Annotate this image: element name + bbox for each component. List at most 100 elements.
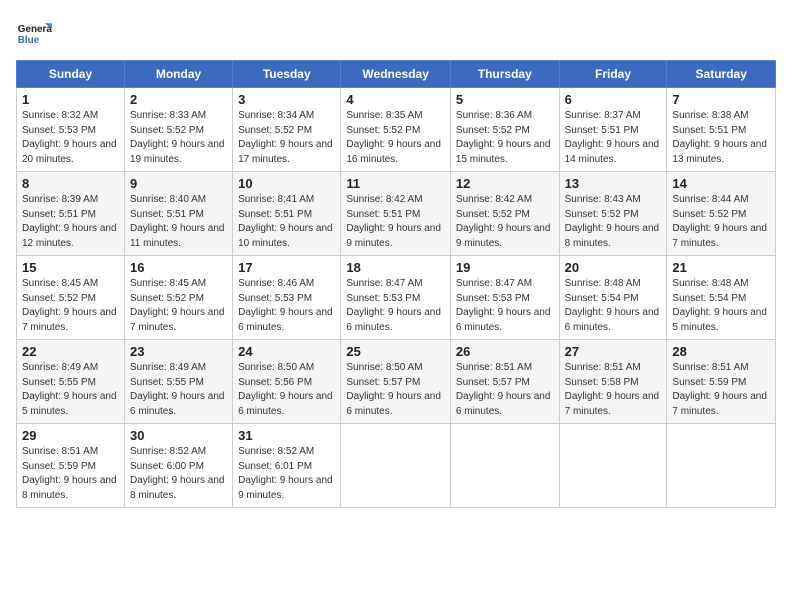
day-info: Sunrise: 8:42 AMSunset: 5:52 PMDaylight:… <box>456 193 554 251</box>
day-info: Sunrise: 8:36 AMSunset: 5:52 PMDaylight:… <box>456 109 554 167</box>
day-info: Sunrise: 8:48 AMSunset: 5:54 PMDaylight:… <box>565 277 662 335</box>
calendar-day-29: 29Sunrise: 8:51 AMSunset: 5:59 PMDayligh… <box>17 424 125 508</box>
empty-cell <box>559 424 667 508</box>
calendar-day-7: 7 Sunrise: 8:38 AMSunset: 5:51 PMDaylight… <box>667 88 776 172</box>
day-info: Sunrise: 8:51 AMSunset: 5:57 PMDaylight:… <box>456 361 554 419</box>
day-number: 19 <box>456 260 554 275</box>
day-number: 5 <box>456 92 554 107</box>
calendar-table: SundayMondayTuesdayWednesdayThursdayFrid… <box>16 60 776 508</box>
day-number: 13 <box>565 176 662 191</box>
day-number: 20 <box>565 260 662 275</box>
day-info: Sunrise: 8:38 AMSunset: 5:51 PMDaylight:… <box>672 109 770 167</box>
day-info: Sunrise: 8:34 AMSunset: 5:52 PMDaylight:… <box>238 109 335 167</box>
day-number: 8 <box>22 176 119 191</box>
calendar-day-1: 1Sunrise: 8:32 AMSunset: 5:53 PMDaylight… <box>17 88 125 172</box>
weekday-header-sunday: Sunday <box>17 61 125 88</box>
day-number: 6 <box>565 92 662 107</box>
calendar-day-11: 11Sunrise: 8:42 AMSunset: 5:51 PMDayligh… <box>341 172 451 256</box>
calendar-day-3: 3 Sunrise: 8:34 AMSunset: 5:52 PMDaylight… <box>233 88 341 172</box>
calendar-day-5: 5 Sunrise: 8:36 AMSunset: 5:52 PMDaylight… <box>450 88 559 172</box>
calendar-day-14: 14 Sunrise: 8:44 AMSunset: 5:52 PMDayligh… <box>667 172 776 256</box>
weekday-header-monday: Monday <box>124 61 232 88</box>
day-number: 26 <box>456 344 554 359</box>
day-number: 14 <box>672 176 770 191</box>
calendar-day-15: 15 Sunrise: 8:45 AMSunset: 5:52 PMDayligh… <box>17 256 125 340</box>
day-info: Sunrise: 8:40 AMSunset: 5:51 PMDaylight:… <box>130 193 227 251</box>
calendar-day-25: 25 Sunrise: 8:50 AMSunset: 5:57 PMDayligh… <box>341 340 451 424</box>
calendar-day-23: 23 Sunrise: 8:49 AMSunset: 5:55 PMDayligh… <box>124 340 232 424</box>
day-number: 31 <box>238 428 335 443</box>
weekday-header-thursday: Thursday <box>450 61 559 88</box>
calendar-week-3: 15 Sunrise: 8:45 AMSunset: 5:52 PMDayligh… <box>17 256 776 340</box>
day-number: 21 <box>672 260 770 275</box>
day-info: Sunrise: 8:51 AMSunset: 5:59 PMDaylight:… <box>22 445 119 503</box>
calendar-day-2: 2Sunrise: 8:33 AMSunset: 5:52 PMDaylight… <box>124 88 232 172</box>
day-info: Sunrise: 8:42 AMSunset: 5:51 PMDaylight:… <box>346 193 445 251</box>
day-info: Sunrise: 8:35 AMSunset: 5:52 PMDaylight:… <box>346 109 445 167</box>
calendar-week-5: 29Sunrise: 8:51 AMSunset: 5:59 PMDayligh… <box>17 424 776 508</box>
calendar-day-28: 28 Sunrise: 8:51 AMSunset: 5:59 PMDayligh… <box>667 340 776 424</box>
calendar-day-16: 16Sunrise: 8:45 AMSunset: 5:52 PMDayligh… <box>124 256 232 340</box>
day-number: 4 <box>346 92 445 107</box>
weekday-header-friday: Friday <box>559 61 667 88</box>
day-info: Sunrise: 8:41 AMSunset: 5:51 PMDaylight:… <box>238 193 335 251</box>
day-number: 27 <box>565 344 662 359</box>
day-info: Sunrise: 8:33 AMSunset: 5:52 PMDaylight:… <box>130 109 227 167</box>
day-number: 18 <box>346 260 445 275</box>
day-number: 7 <box>672 92 770 107</box>
day-number: 15 <box>22 260 119 275</box>
svg-text:Blue: Blue <box>18 35 40 46</box>
day-info: Sunrise: 8:32 AMSunset: 5:53 PMDaylight:… <box>22 109 119 167</box>
day-number: 24 <box>238 344 335 359</box>
logo: General Blue <box>16 16 52 52</box>
weekday-header-tuesday: Tuesday <box>233 61 341 88</box>
weekday-header-saturday: Saturday <box>667 61 776 88</box>
calendar-header: SundayMondayTuesdayWednesdayThursdayFrid… <box>17 61 776 88</box>
day-info: Sunrise: 8:43 AMSunset: 5:52 PMDaylight:… <box>565 193 662 251</box>
calendar-day-4: 4 Sunrise: 8:35 AMSunset: 5:52 PMDaylight… <box>341 88 451 172</box>
calendar-day-12: 12 Sunrise: 8:42 AMSunset: 5:52 PMDayligh… <box>450 172 559 256</box>
calendar-day-20: 20 Sunrise: 8:48 AMSunset: 5:54 PMDayligh… <box>559 256 667 340</box>
calendar-day-21: 21 Sunrise: 8:48 AMSunset: 5:54 PMDayligh… <box>667 256 776 340</box>
day-info: Sunrise: 8:52 AMSunset: 6:01 PMDaylight:… <box>238 445 335 503</box>
day-info: Sunrise: 8:51 AMSunset: 5:58 PMDaylight:… <box>565 361 662 419</box>
day-info: Sunrise: 8:47 AMSunset: 5:53 PMDaylight:… <box>346 277 445 335</box>
day-number: 3 <box>238 92 335 107</box>
calendar-week-1: 1Sunrise: 8:32 AMSunset: 5:53 PMDaylight… <box>17 88 776 172</box>
day-info: Sunrise: 8:39 AMSunset: 5:51 PMDaylight:… <box>22 193 119 251</box>
day-number: 23 <box>130 344 227 359</box>
calendar-day-8: 8 Sunrise: 8:39 AMSunset: 5:51 PMDaylight… <box>17 172 125 256</box>
day-number: 9 <box>130 176 227 191</box>
calendar-day-18: 18 Sunrise: 8:47 AMSunset: 5:53 PMDayligh… <box>341 256 451 340</box>
day-number: 17 <box>238 260 335 275</box>
calendar-day-22: 22 Sunrise: 8:49 AMSunset: 5:55 PMDayligh… <box>17 340 125 424</box>
calendar-day-30: 30Sunrise: 8:52 AMSunset: 6:00 PMDayligh… <box>124 424 232 508</box>
day-info: Sunrise: 8:48 AMSunset: 5:54 PMDaylight:… <box>672 277 770 335</box>
day-number: 22 <box>22 344 119 359</box>
day-number: 25 <box>346 344 445 359</box>
day-info: Sunrise: 8:49 AMSunset: 5:55 PMDaylight:… <box>22 361 119 419</box>
day-number: 12 <box>456 176 554 191</box>
day-number: 28 <box>672 344 770 359</box>
day-info: Sunrise: 8:44 AMSunset: 5:52 PMDaylight:… <box>672 193 770 251</box>
empty-cell <box>450 424 559 508</box>
calendar-day-19: 19Sunrise: 8:47 AMSunset: 5:53 PMDayligh… <box>450 256 559 340</box>
day-info: Sunrise: 8:45 AMSunset: 5:52 PMDaylight:… <box>130 277 227 335</box>
empty-cell <box>667 424 776 508</box>
day-info: Sunrise: 8:45 AMSunset: 5:52 PMDaylight:… <box>22 277 119 335</box>
day-info: Sunrise: 8:49 AMSunset: 5:55 PMDaylight:… <box>130 361 227 419</box>
day-info: Sunrise: 8:50 AMSunset: 5:57 PMDaylight:… <box>346 361 445 419</box>
day-info: Sunrise: 8:50 AMSunset: 5:56 PMDaylight:… <box>238 361 335 419</box>
calendar-day-26: 26 Sunrise: 8:51 AMSunset: 5:57 PMDayligh… <box>450 340 559 424</box>
calendar-day-24: 24 Sunrise: 8:50 AMSunset: 5:56 PMDayligh… <box>233 340 341 424</box>
header: General Blue <box>16 16 776 52</box>
day-number: 10 <box>238 176 335 191</box>
calendar-day-31: 31 Sunrise: 8:52 AMSunset: 6:01 PMDayligh… <box>233 424 341 508</box>
day-info: Sunrise: 8:37 AMSunset: 5:51 PMDaylight:… <box>565 109 662 167</box>
svg-text:General: General <box>18 24 52 35</box>
day-info: Sunrise: 8:52 AMSunset: 6:00 PMDaylight:… <box>130 445 227 503</box>
calendar-day-10: 10 Sunrise: 8:41 AMSunset: 5:51 PMDayligh… <box>233 172 341 256</box>
calendar-day-27: 27 Sunrise: 8:51 AMSunset: 5:58 PMDayligh… <box>559 340 667 424</box>
day-info: Sunrise: 8:51 AMSunset: 5:59 PMDaylight:… <box>672 361 770 419</box>
calendar-week-4: 22 Sunrise: 8:49 AMSunset: 5:55 PMDayligh… <box>17 340 776 424</box>
